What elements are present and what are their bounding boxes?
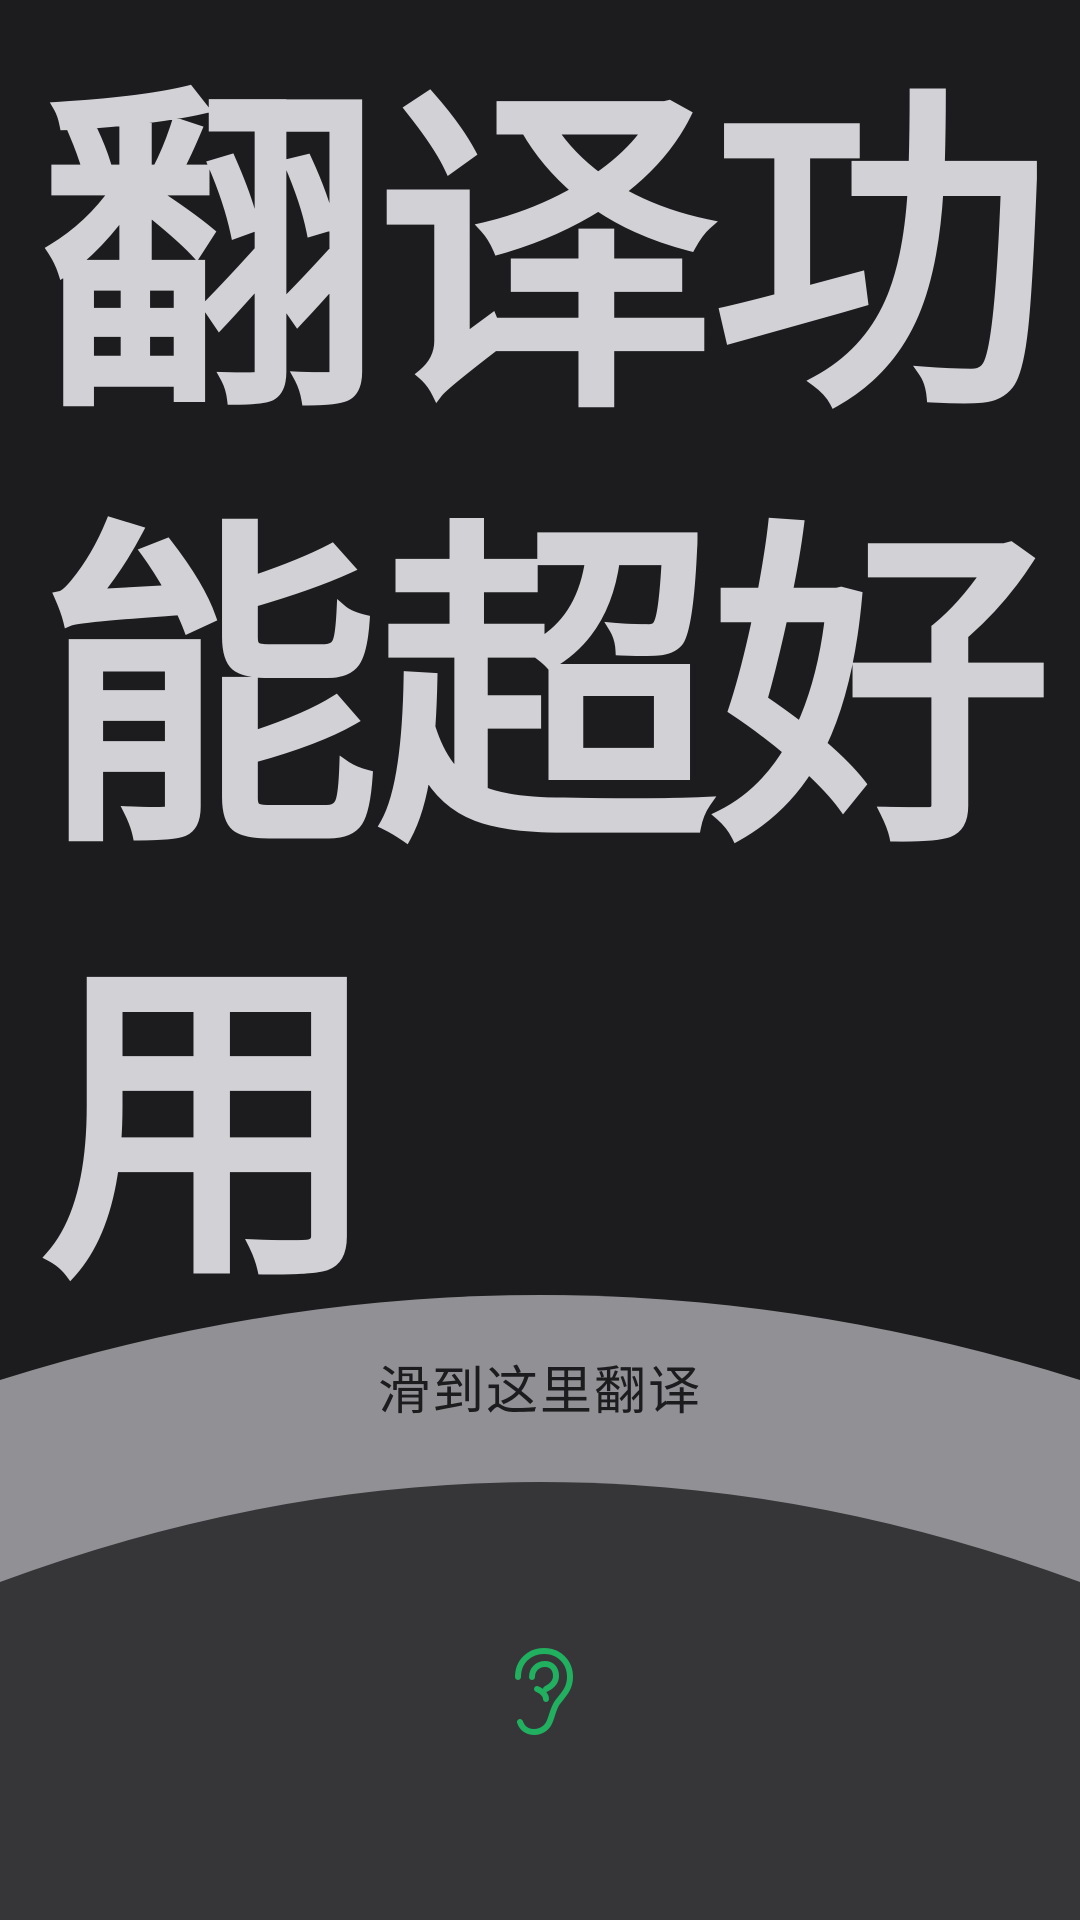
swipe-zone[interactable] bbox=[0, 0, 1080, 1920]
listen-button[interactable] bbox=[496, 1640, 586, 1740]
translate-screen: 翻译功能超好用 滑到这里翻译 bbox=[0, 0, 1080, 1920]
ear-icon bbox=[515, 1647, 573, 1735]
swipe-hint-label: 滑到这里翻译 bbox=[377, 1362, 702, 1422]
